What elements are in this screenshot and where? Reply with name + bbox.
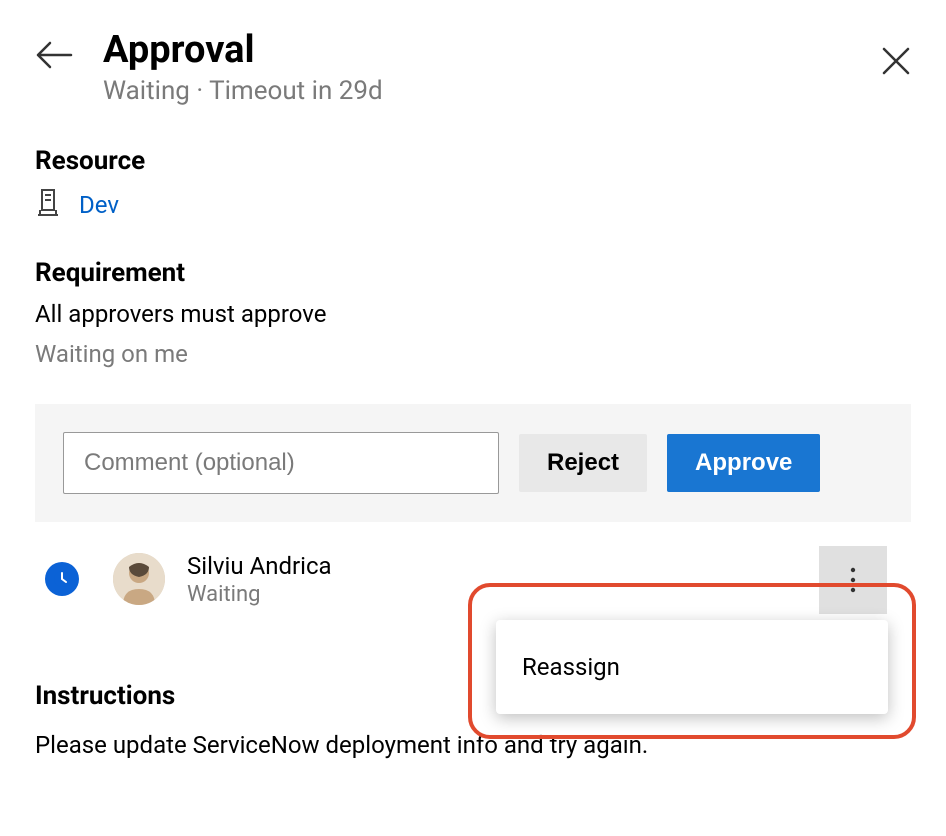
clock-icon [45,562,79,596]
requirement-section: Requirement All approvers must approve W… [35,258,911,368]
approver-row: Silviu Andrica Waiting [35,546,911,613]
approve-button[interactable]: Approve [667,434,820,492]
status-text: Waiting [103,76,190,106]
close-icon[interactable] [881,30,911,80]
requirement-heading: Requirement [35,258,911,288]
panel-header: Approval Waiting · Timeout in 29d [35,30,911,106]
instructions-text: Please update ServiceNow deployment info… [35,731,911,759]
reassign-menu-item[interactable]: Reassign [522,653,862,681]
back-arrow-icon[interactable] [35,30,73,74]
server-icon [35,188,61,222]
context-menu: Reassign [496,620,888,714]
comment-input[interactable] [63,432,499,494]
separator: · [190,76,209,106]
approver-status: Waiting [187,582,332,607]
resource-row: Dev [35,188,911,222]
resource-link[interactable]: Dev [79,191,119,219]
page-title: Approval [103,30,383,72]
requirement-text: All approvers must approve [35,300,911,328]
resource-section: Resource Dev [35,146,911,222]
more-options-button[interactable] [819,546,887,614]
resource-heading: Resource [35,146,911,176]
avatar [113,553,165,605]
action-box: Reject Approve [35,404,911,522]
header-left: Approval Waiting · Timeout in 29d [35,30,383,106]
approver-name: Silviu Andrica [187,552,332,580]
approver-info: Silviu Andrica Waiting [187,552,332,607]
title-block: Approval Waiting · Timeout in 29d [103,30,383,106]
reject-button[interactable]: Reject [519,434,647,492]
timeout-text: Timeout in 29d [209,76,383,106]
vertical-dots-icon [850,566,856,594]
page-subtitle: Waiting · Timeout in 29d [103,76,383,106]
waiting-on-text: Waiting on me [35,340,911,368]
